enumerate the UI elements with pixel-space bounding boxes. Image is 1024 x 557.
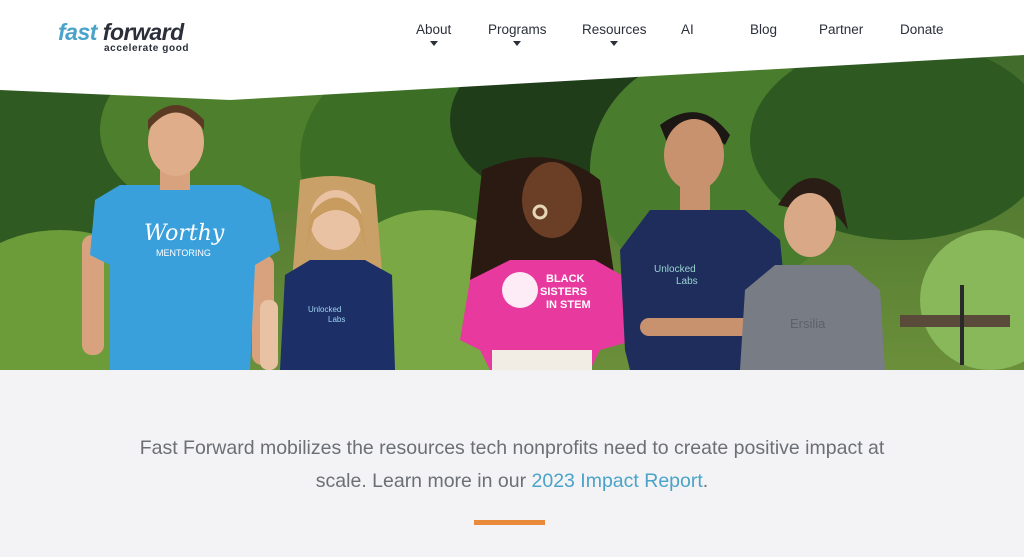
nav-ai[interactable]: AI [681,22,694,37]
shirt-text-sisters: SISTERS [540,286,587,298]
shirt-text-ersilia: Ersilia [790,316,826,331]
caret-down-icon [429,41,438,46]
nav-partner-label: Partner [819,22,864,37]
nav-about[interactable]: About [416,22,452,46]
mission-statement: Fast Forward mobilizes the resources tec… [112,432,912,498]
caret-down-icon [513,41,522,46]
shirt-text-worthy: Worthy [144,221,225,246]
shirt-text-unlocked-1: Unlocked [308,305,341,314]
nav-resources-label: Resources [582,22,647,37]
nav-about-label: About [416,22,452,37]
mission-section: Fast Forward mobilizes the resources tec… [0,370,1024,557]
accent-divider [474,520,545,525]
main-nav: About Programs Resources AI Blog Partner [0,22,1024,52]
nav-donate-label: Donate [900,22,944,37]
shirt-text-labs-2: Labs [676,276,698,287]
shirt-text-black: BLACK [546,273,585,285]
impact-report-link[interactable]: 2023 Impact Report [532,470,703,492]
shirt-text-labs-1: Labs [328,315,345,324]
shirt-text-mentoring: MENTORING [156,248,211,258]
page: Worthy MENTORING Unlocked Labs BLACK SIS… [0,0,1024,557]
site-header: fast forward accelerate good About Progr… [0,0,1024,54]
nav-programs-label: Programs [488,22,547,37]
nav-blog[interactable]: Blog [750,22,777,37]
nav-programs[interactable]: Programs [488,22,547,46]
nav-ai-label: AI [681,22,694,37]
nav-resources[interactable]: Resources [582,22,647,46]
shirt-text-instem: IN STEM [546,299,591,311]
nav-blog-label: Blog [750,22,778,37]
shirt-text-unlocked-2: Unlocked [654,264,696,275]
mission-text-end: . [702,470,709,492]
mission-text: Fast Forward mobilizes the resources tec… [139,437,885,492]
header-wedge [0,50,1024,100]
caret-down-icon [610,41,619,46]
nav-partner[interactable]: Partner [819,22,863,37]
nav-donate[interactable]: Donate [900,22,944,37]
